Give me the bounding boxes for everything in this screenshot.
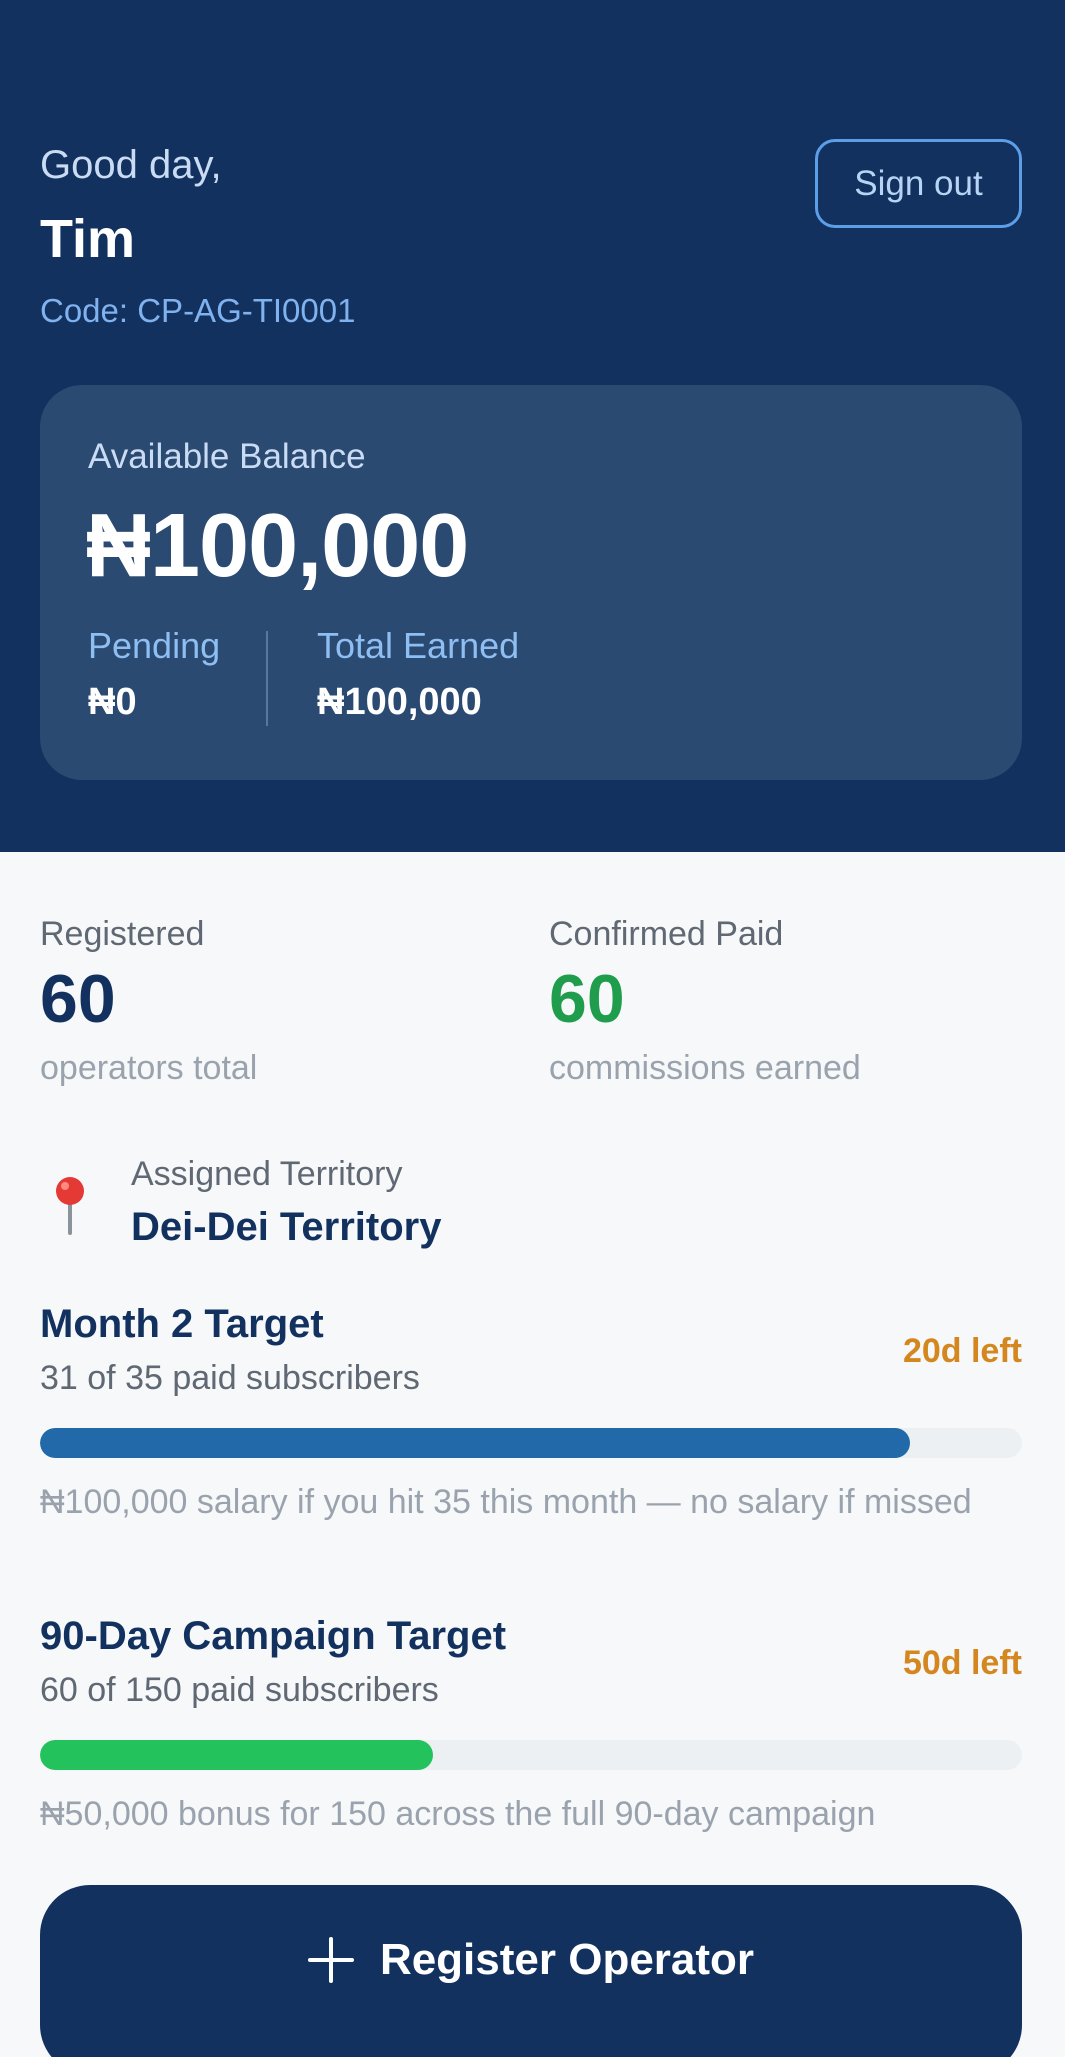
pending-value: ₦0 xyxy=(88,681,137,723)
total-earned-label: Total Earned xyxy=(317,625,520,666)
total-earned-section: Total Earned ₦100,000 xyxy=(317,625,519,724)
campaign-progress-track xyxy=(40,1740,1022,1770)
registered-value: 60 xyxy=(40,961,116,1037)
balance-card: Available Balance ₦100,000 Pending ₦0 To… xyxy=(40,385,1022,780)
pending-section: Pending ₦0 xyxy=(88,625,220,724)
registered-stat: Registered 60 operators total xyxy=(40,915,257,1088)
campaign-target-note: ₦50,000 bonus for 150 across the full 90… xyxy=(40,1795,876,1833)
plus-icon xyxy=(307,1937,354,1983)
campaign-target-time-left: 50d left xyxy=(902,1644,1022,1682)
register-operator-label: Register Operator xyxy=(379,1935,755,1984)
registered-label: Registered xyxy=(40,915,205,953)
territory-name: Dei-Dei Territory xyxy=(131,1205,442,1249)
month-target-title: Month 2 Target xyxy=(40,1302,324,1346)
campaign-progress-fill xyxy=(40,1740,433,1770)
confirmed-paid-value: 60 xyxy=(549,961,625,1037)
month-target-section: Month 2 Target 31 of 35 paid subscribers… xyxy=(40,1302,1022,1521)
pending-label: Pending xyxy=(88,625,221,666)
confirmed-paid-stat: Confirmed Paid 60 commissions earned xyxy=(549,915,861,1088)
month-target-subtitle: 31 of 35 paid subscribers xyxy=(40,1359,420,1397)
dashboard-page: Good day, Tim Code: CP-AG-TI0001 Sign ou… xyxy=(0,0,1065,2057)
user-name: Tim xyxy=(40,209,136,269)
confirmed-paid-caption: commissions earned xyxy=(549,1048,861,1087)
balance-label: Available Balance xyxy=(88,437,366,476)
register-operator-content: Register Operator xyxy=(307,1935,755,1985)
register-operator-button[interactable]: Register Operator xyxy=(40,1885,1022,2057)
total-earned-value: ₦100,000 xyxy=(317,681,482,723)
balance-amount: ₦100,000 xyxy=(86,496,469,596)
month-progress-track xyxy=(40,1428,1022,1458)
month-progress-fill xyxy=(40,1428,911,1458)
balance-divider xyxy=(266,631,268,726)
header: Good day, Tim Code: CP-AG-TI0001 Sign ou… xyxy=(0,0,1065,852)
confirmed-paid-label: Confirmed Paid xyxy=(549,915,784,953)
month-target-note: ₦100,000 salary if you hit 35 this month… xyxy=(40,1483,972,1521)
registered-caption: operators total xyxy=(40,1048,258,1087)
greeting-text: Good day, xyxy=(40,143,222,187)
agent-code: Code: CP-AG-TI0001 xyxy=(40,292,356,329)
territory-label: Assigned Territory xyxy=(131,1155,403,1193)
sign-out-button[interactable]: Sign out xyxy=(815,139,1022,228)
map-pin-icon xyxy=(56,1177,84,1235)
campaign-target-subtitle: 60 of 150 paid subscribers xyxy=(40,1671,439,1709)
month-target-time-left: 20d left xyxy=(902,1332,1022,1370)
campaign-target-title: 90-Day Campaign Target xyxy=(40,1614,507,1658)
campaign-target-section: 90-Day Campaign Target 60 of 150 paid su… xyxy=(40,1614,1022,1833)
